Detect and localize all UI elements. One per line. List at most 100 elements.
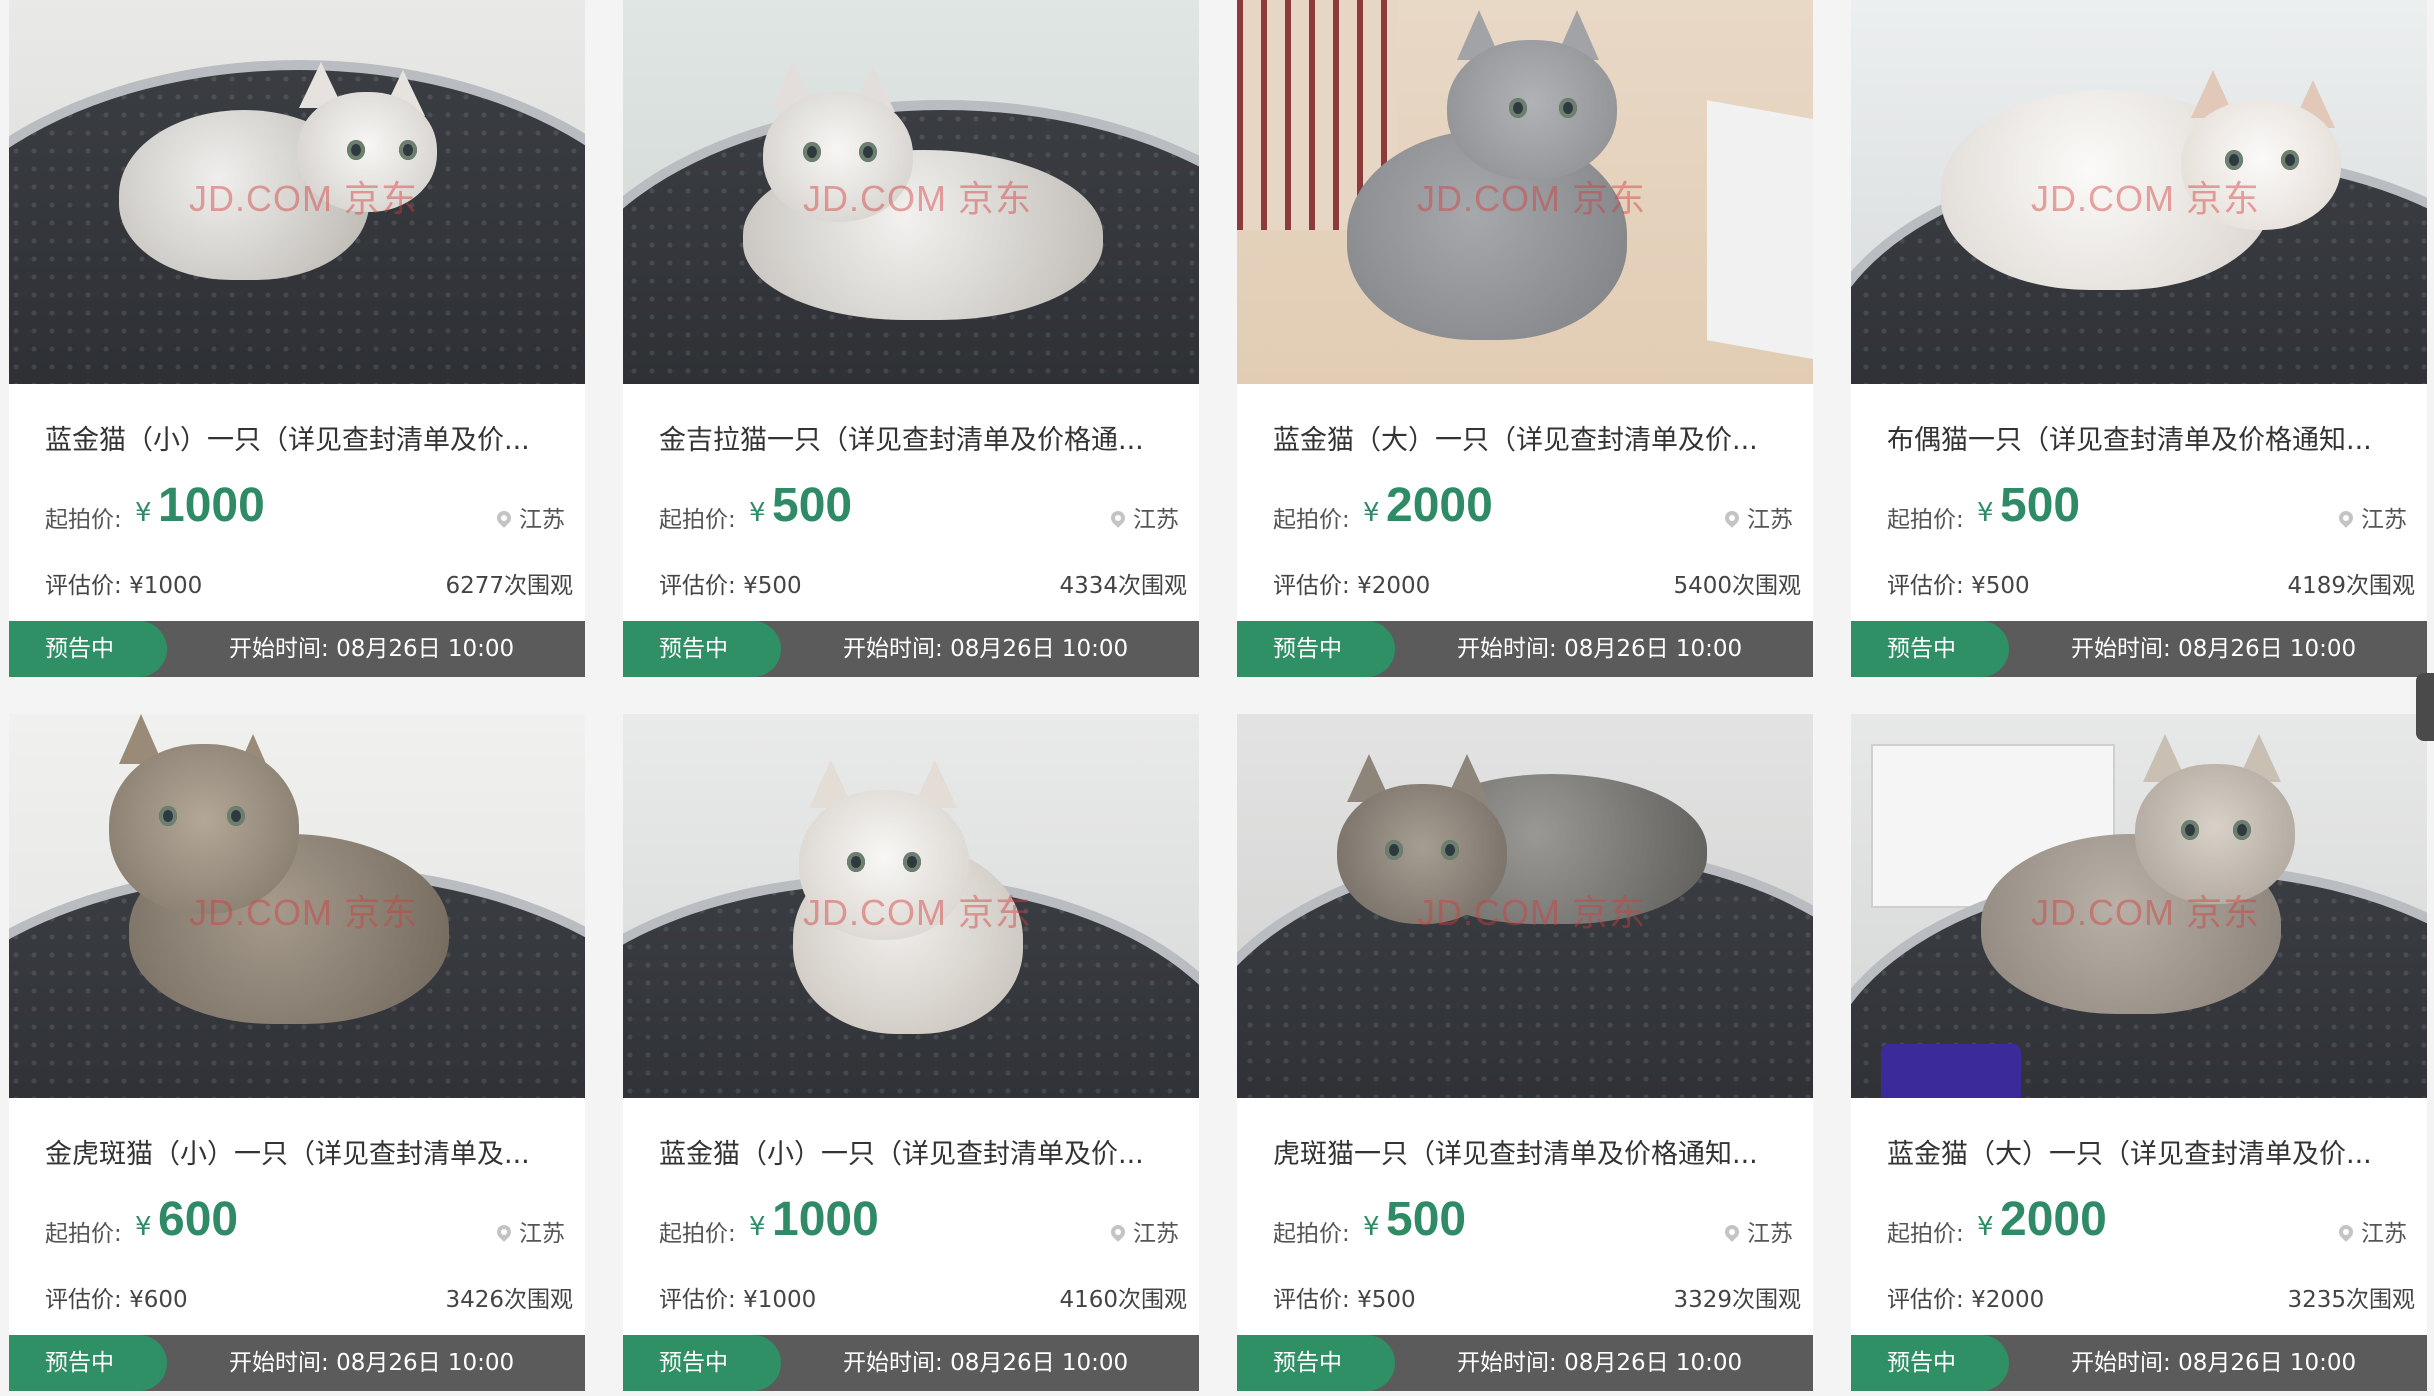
- watermark: JD.COM 京东: [189, 178, 418, 219]
- watermark: JD.COM 京东: [2031, 892, 2260, 933]
- item-photo[interactable]: JD.COM 京东: [9, 714, 585, 1098]
- view-count: 6277次围观: [445, 573, 573, 599]
- auction-card[interactable]: JD.COM 京东 虎斑猫一只（详见查封清单及价格通知... 起拍价: ¥ 50…: [1237, 714, 1813, 1391]
- auction-card[interactable]: JD.COM 京东 蓝金猫（小）一只（详见查封清单及价... 起拍价: ¥ 10…: [9, 0, 585, 677]
- item-photo[interactable]: JD.COM 京东: [1237, 714, 1813, 1098]
- item-title[interactable]: 金吉拉猫一只（详见查封清单及价格通...: [659, 418, 1169, 457]
- view-count: 5400次围观: [1673, 573, 1801, 599]
- status-bar: 预告中 开始时间: 08月26日 10:00: [1237, 1335, 1813, 1391]
- price-row: 起拍价: ¥ 1000 江苏: [659, 1192, 1179, 1252]
- location-text: 江苏: [519, 1221, 565, 1247]
- currency-symbol: ¥: [1363, 1212, 1380, 1242]
- eval-price: ¥500: [743, 573, 802, 599]
- start-price-label: 起拍价:: [659, 507, 736, 533]
- auction-card[interactable]: JD.COM 京东 金虎斑猫（小）一只（详见查封清单及... 起拍价: ¥ 60…: [9, 714, 585, 1391]
- map-pin-icon: [2336, 1222, 2356, 1242]
- start-time: 开始时间: 08月26日 10:00: [1457, 636, 1743, 662]
- start-time: 开始时间: 08月26日 10:00: [1457, 1350, 1743, 1376]
- item-title[interactable]: 虎斑猫一只（详见查封清单及价格通知...: [1273, 1132, 1783, 1171]
- eval-label: 评估价:: [659, 573, 744, 599]
- view-count: 4160次围观: [1059, 1287, 1187, 1313]
- eval-label: 评估价:: [659, 1287, 744, 1313]
- watermark: JD.COM 京东: [1417, 892, 1646, 933]
- item-photo[interactable]: JD.COM 京东: [623, 0, 1199, 384]
- location-text: 江苏: [1747, 1221, 1793, 1247]
- price-row: 起拍价: ¥ 2000 江苏: [1273, 478, 1793, 538]
- map-pin-icon: [494, 1222, 514, 1242]
- price-row: 起拍价: ¥ 600 江苏: [45, 1192, 565, 1252]
- auction-card[interactable]: JD.COM 京东 布偶猫一只（详见查封清单及价格通知... 起拍价: ¥ 50…: [1851, 0, 2427, 677]
- currency-symbol: ¥: [749, 498, 766, 528]
- start-time: 开始时间: 08月26日 10:00: [2071, 1350, 2357, 1376]
- start-price: 2000: [1386, 479, 1493, 532]
- item-title[interactable]: 蓝金猫（小）一只（详见查封清单及价...: [45, 418, 555, 457]
- eval-label: 评估价:: [1887, 1287, 1972, 1313]
- map-pin-icon: [1722, 1222, 1742, 1242]
- item-title[interactable]: 金虎斑猫（小）一只（详见查封清单及...: [45, 1132, 555, 1171]
- location-text: 江苏: [1747, 507, 1793, 533]
- item-title[interactable]: 蓝金猫（小）一只（详见查封清单及价...: [659, 1132, 1169, 1171]
- status-badge: 预告中: [1851, 621, 2009, 677]
- view-count: 3329次围观: [1673, 1287, 1801, 1313]
- eval-label: 评估价:: [1887, 573, 1972, 599]
- currency-symbol: ¥: [1363, 498, 1380, 528]
- watermark: JD.COM 京东: [803, 892, 1032, 933]
- view-count: 3235次围观: [2287, 1287, 2415, 1313]
- start-price-label: 起拍价:: [1887, 1221, 1964, 1247]
- item-photo[interactable]: JD.COM 京东: [9, 0, 585, 384]
- start-time: 开始时间: 08月26日 10:00: [229, 1350, 515, 1376]
- price-row: 起拍价: ¥ 500 江苏: [659, 478, 1179, 538]
- item-photo[interactable]: JD.COM 京东: [1851, 0, 2427, 384]
- status-bar: 预告中 开始时间: 08月26日 10:00: [9, 621, 585, 677]
- status-badge: 预告中: [9, 1335, 167, 1391]
- auction-card[interactable]: JD.COM 京东 金吉拉猫一只（详见查封清单及价格通... 起拍价: ¥ 50…: [623, 0, 1199, 677]
- map-pin-icon: [1722, 508, 1742, 528]
- status-badge: 预告中: [1851, 1335, 2009, 1391]
- start-price: 500: [1386, 1193, 1467, 1246]
- start-price-label: 起拍价:: [1273, 1221, 1350, 1247]
- side-scroll-tab[interactable]: [2416, 673, 2434, 741]
- status-badge: 预告中: [9, 621, 167, 677]
- status-badge: 预告中: [623, 1335, 781, 1391]
- start-price-label: 起拍价:: [1887, 507, 1964, 533]
- location-text: 江苏: [1133, 507, 1179, 533]
- item-title[interactable]: 蓝金猫（大）一只（详见查封清单及价...: [1887, 1132, 2397, 1171]
- auction-card[interactable]: JD.COM 京东 蓝金猫（大）一只（详见查封清单及价... 起拍价: ¥ 20…: [1851, 714, 2427, 1391]
- start-price: 2000: [2000, 1193, 2107, 1246]
- watermark: JD.COM 京东: [1417, 178, 1646, 219]
- status-badge: 预告中: [1237, 1335, 1395, 1391]
- start-time: 开始时间: 08月26日 10:00: [2071, 636, 2357, 662]
- map-pin-icon: [494, 508, 514, 528]
- currency-symbol: ¥: [135, 1212, 152, 1242]
- status-bar: 预告中 开始时间: 08月26日 10:00: [1851, 621, 2427, 677]
- item-photo[interactable]: JD.COM 京东: [1851, 714, 2427, 1098]
- eval-row: 评估价: ¥500 4334次围观: [659, 566, 1187, 599]
- start-time: 开始时间: 08月26日 10:00: [229, 636, 515, 662]
- item-title[interactable]: 蓝金猫（大）一只（详见查封清单及价...: [1273, 418, 1783, 457]
- auction-card[interactable]: JD.COM 京东 蓝金猫（大）一只（详见查封清单及价... 起拍价: ¥ 20…: [1237, 0, 1813, 677]
- currency-symbol: ¥: [1977, 1212, 1994, 1242]
- currency-symbol: ¥: [749, 1212, 766, 1242]
- price-row: 起拍价: ¥ 500 江苏: [1273, 1192, 1793, 1252]
- status-bar: 预告中 开始时间: 08月26日 10:00: [1851, 1335, 2427, 1391]
- eval-row: 评估价: ¥2000 3235次围观: [1887, 1280, 2415, 1313]
- eval-label: 评估价:: [1273, 1287, 1358, 1313]
- view-count: 4334次围观: [1059, 573, 1187, 599]
- start-price: 500: [772, 479, 853, 532]
- status-bar: 预告中 开始时间: 08月26日 10:00: [623, 1335, 1199, 1391]
- eval-price: ¥500: [1357, 1287, 1416, 1313]
- eval-price: ¥1000: [129, 573, 203, 599]
- item-photo[interactable]: JD.COM 京东: [1237, 0, 1813, 384]
- start-time: 开始时间: 08月26日 10:00: [843, 1350, 1129, 1376]
- location: 江苏: [494, 1214, 565, 1248]
- item-photo[interactable]: JD.COM 京东: [623, 714, 1199, 1098]
- item-title[interactable]: 布偶猫一只（详见查封清单及价格通知...: [1887, 418, 2397, 457]
- status-badge: 预告中: [1237, 621, 1395, 677]
- price-row: 起拍价: ¥ 500 江苏: [1887, 478, 2407, 538]
- start-price-label: 起拍价:: [659, 1221, 736, 1247]
- currency-symbol: ¥: [135, 498, 152, 528]
- eval-price: ¥2000: [1357, 573, 1431, 599]
- auction-card[interactable]: JD.COM 京东 蓝金猫（小）一只（详见查封清单及价... 起拍价: ¥ 10…: [623, 714, 1199, 1391]
- eval-label: 评估价:: [1273, 573, 1358, 599]
- watermark: JD.COM 京东: [189, 892, 418, 933]
